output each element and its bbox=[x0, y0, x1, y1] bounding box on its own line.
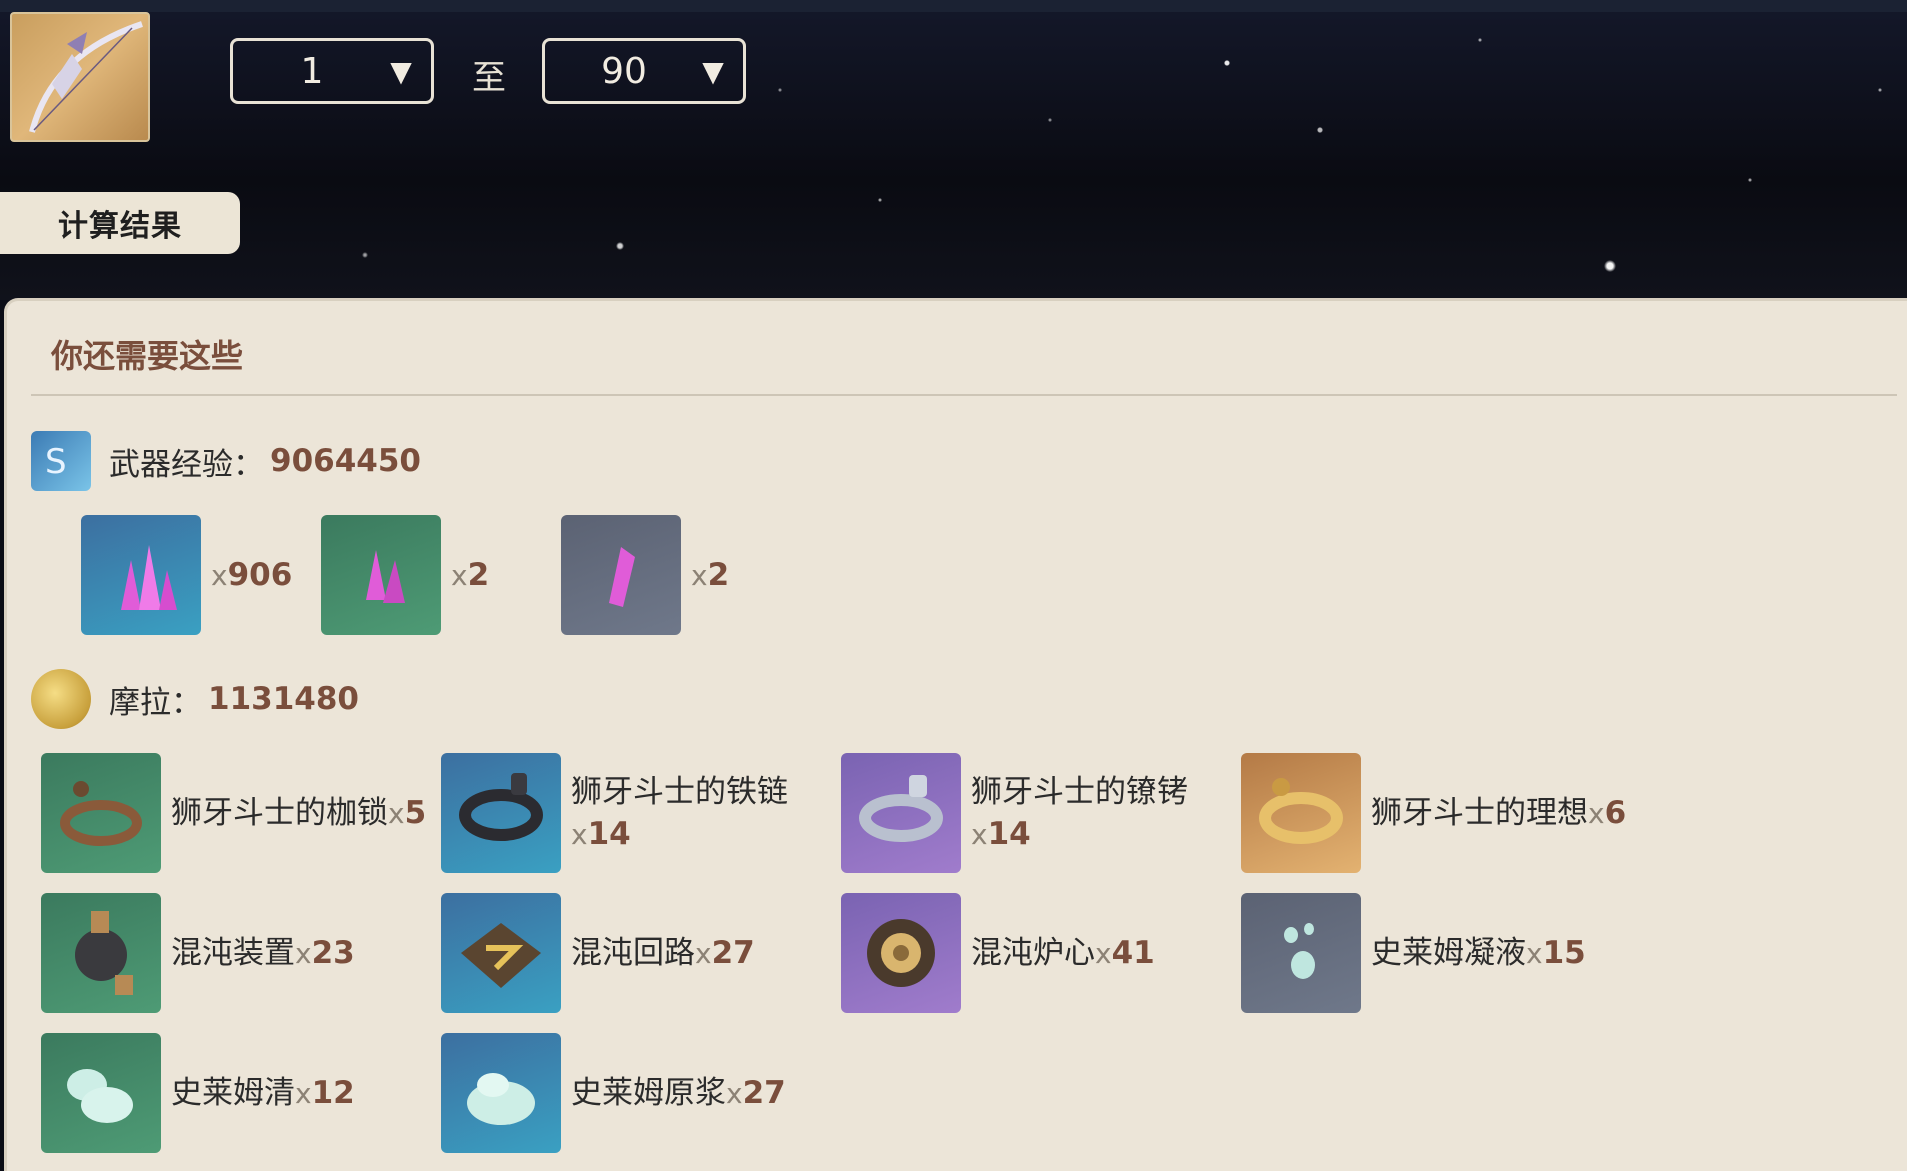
material-item[interactable]: 狮牙斗士的理想x6 bbox=[1241, 753, 1626, 873]
results-panel: 你还需要这些 S 武器经验： 9064450 x906 x2 x2 摩拉： 11… bbox=[4, 298, 1907, 1171]
times-sign: x bbox=[1588, 796, 1605, 830]
times-sign: x bbox=[695, 936, 712, 970]
mora-row: 摩拉： 1131480 bbox=[31, 669, 359, 729]
material-item[interactable]: 史莱姆凝液x15 bbox=[1241, 893, 1586, 1013]
material-item[interactable]: 混沌回路x27 bbox=[441, 893, 755, 1013]
chevron-down-icon: ▼ bbox=[390, 54, 412, 88]
weapon-bow-icon[interactable] bbox=[10, 12, 150, 142]
material-name: 混沌炉心 bbox=[971, 934, 1095, 971]
slime-condensate-icon bbox=[1241, 893, 1361, 1013]
material-name: 史莱姆清 bbox=[171, 1074, 295, 1111]
weapon-exp-row: S 武器经验： 9064450 bbox=[31, 431, 421, 491]
chaos-device-icon bbox=[41, 893, 161, 1013]
material-count: 23 bbox=[311, 934, 355, 971]
chaos-core-icon bbox=[841, 893, 961, 1013]
times-sign: x bbox=[971, 817, 988, 851]
material-count: 41 bbox=[1111, 934, 1155, 971]
panel-title: 你还需要这些 bbox=[51, 337, 244, 375]
material-name: 狮牙斗士的理想 bbox=[1371, 794, 1588, 831]
mystic-enhancement-ore-icon bbox=[81, 515, 201, 635]
fine-enhancement-ore-icon bbox=[321, 515, 441, 635]
material-count: 14 bbox=[587, 815, 631, 852]
material-count: 5 bbox=[404, 794, 427, 831]
times-sign: x bbox=[295, 1076, 312, 1110]
times-sign: x bbox=[1095, 936, 1112, 970]
ore-item[interactable]: x2 bbox=[321, 515, 489, 635]
ore-count: 2 bbox=[707, 556, 730, 593]
chevron-down-icon: ▼ bbox=[702, 54, 724, 88]
material-count: 6 bbox=[1604, 794, 1627, 831]
ore-item[interactable]: x906 bbox=[81, 515, 292, 635]
times-sign: x bbox=[726, 1076, 743, 1110]
material-name: 史莱姆凝液 bbox=[1371, 934, 1526, 971]
material-name: 混沌装置 bbox=[171, 934, 295, 971]
level-to-select[interactable]: 90 ▼ bbox=[542, 38, 746, 104]
top-strip bbox=[0, 0, 1907, 12]
mora-coin-icon bbox=[31, 669, 91, 729]
material-item[interactable]: 史莱姆清x12 bbox=[41, 1033, 355, 1153]
times-sign: x bbox=[1526, 936, 1543, 970]
times-sign: x bbox=[571, 817, 588, 851]
ore-item[interactable]: x2 bbox=[561, 515, 729, 635]
level-from-value: 1 bbox=[300, 50, 324, 92]
svg-text:S: S bbox=[45, 442, 67, 482]
material-item[interactable]: 混沌装置x23 bbox=[41, 893, 355, 1013]
material-item[interactable]: 混沌炉心x41 bbox=[841, 893, 1155, 1013]
chaos-circuit-icon bbox=[441, 893, 561, 1013]
material-count: 27 bbox=[711, 934, 755, 971]
material-count: 12 bbox=[311, 1074, 355, 1111]
material-name: 狮牙斗士的镣铐 bbox=[971, 773, 1188, 810]
slime-concentrate-icon bbox=[441, 1033, 561, 1153]
weapon-exp-value: 9064450 bbox=[270, 443, 421, 479]
shackles-icon bbox=[841, 753, 961, 873]
ore-count: 2 bbox=[467, 556, 490, 593]
fetters-icon bbox=[41, 753, 161, 873]
ideal-icon bbox=[1241, 753, 1361, 873]
material-name: 混沌回路 bbox=[571, 934, 695, 971]
material-item[interactable]: 史莱姆原浆x27 bbox=[441, 1033, 786, 1153]
calculate-result-button[interactable]: 计算结果 bbox=[0, 192, 240, 254]
mora-label: 摩拉： bbox=[109, 684, 202, 721]
ore-count: 906 bbox=[227, 556, 293, 593]
times-sign: x bbox=[451, 558, 468, 592]
mora-value: 1131480 bbox=[208, 681, 359, 717]
material-name: 史莱姆原浆 bbox=[571, 1074, 726, 1111]
divider bbox=[31, 394, 1897, 396]
weapon-exp-label: 武器经验： bbox=[109, 446, 264, 483]
material-item[interactable]: 狮牙斗士的镣铐 x14 bbox=[841, 753, 1201, 873]
chains-icon bbox=[441, 753, 561, 873]
times-sign: x bbox=[295, 936, 312, 970]
times-sign: x bbox=[388, 796, 405, 830]
enhancement-ore-icon bbox=[561, 515, 681, 635]
material-name: 狮牙斗士的枷锁 bbox=[171, 794, 388, 831]
times-sign: x bbox=[211, 558, 228, 592]
weapon-exp-icon: S bbox=[31, 431, 91, 491]
material-item[interactable]: 狮牙斗士的铁链 x14 bbox=[441, 753, 801, 873]
material-count: 15 bbox=[1542, 934, 1586, 971]
times-sign: x bbox=[691, 558, 708, 592]
level-from-select[interactable]: 1 ▼ bbox=[230, 38, 434, 104]
slime-secretions-icon bbox=[41, 1033, 161, 1153]
range-separator: 至 bbox=[472, 58, 506, 98]
material-name: 狮牙斗士的铁链 bbox=[571, 773, 788, 810]
material-count: 27 bbox=[742, 1074, 786, 1111]
material-item[interactable]: 狮牙斗士的枷锁x5 bbox=[41, 753, 426, 873]
material-count: 14 bbox=[987, 815, 1031, 852]
level-to-value: 90 bbox=[601, 50, 647, 92]
